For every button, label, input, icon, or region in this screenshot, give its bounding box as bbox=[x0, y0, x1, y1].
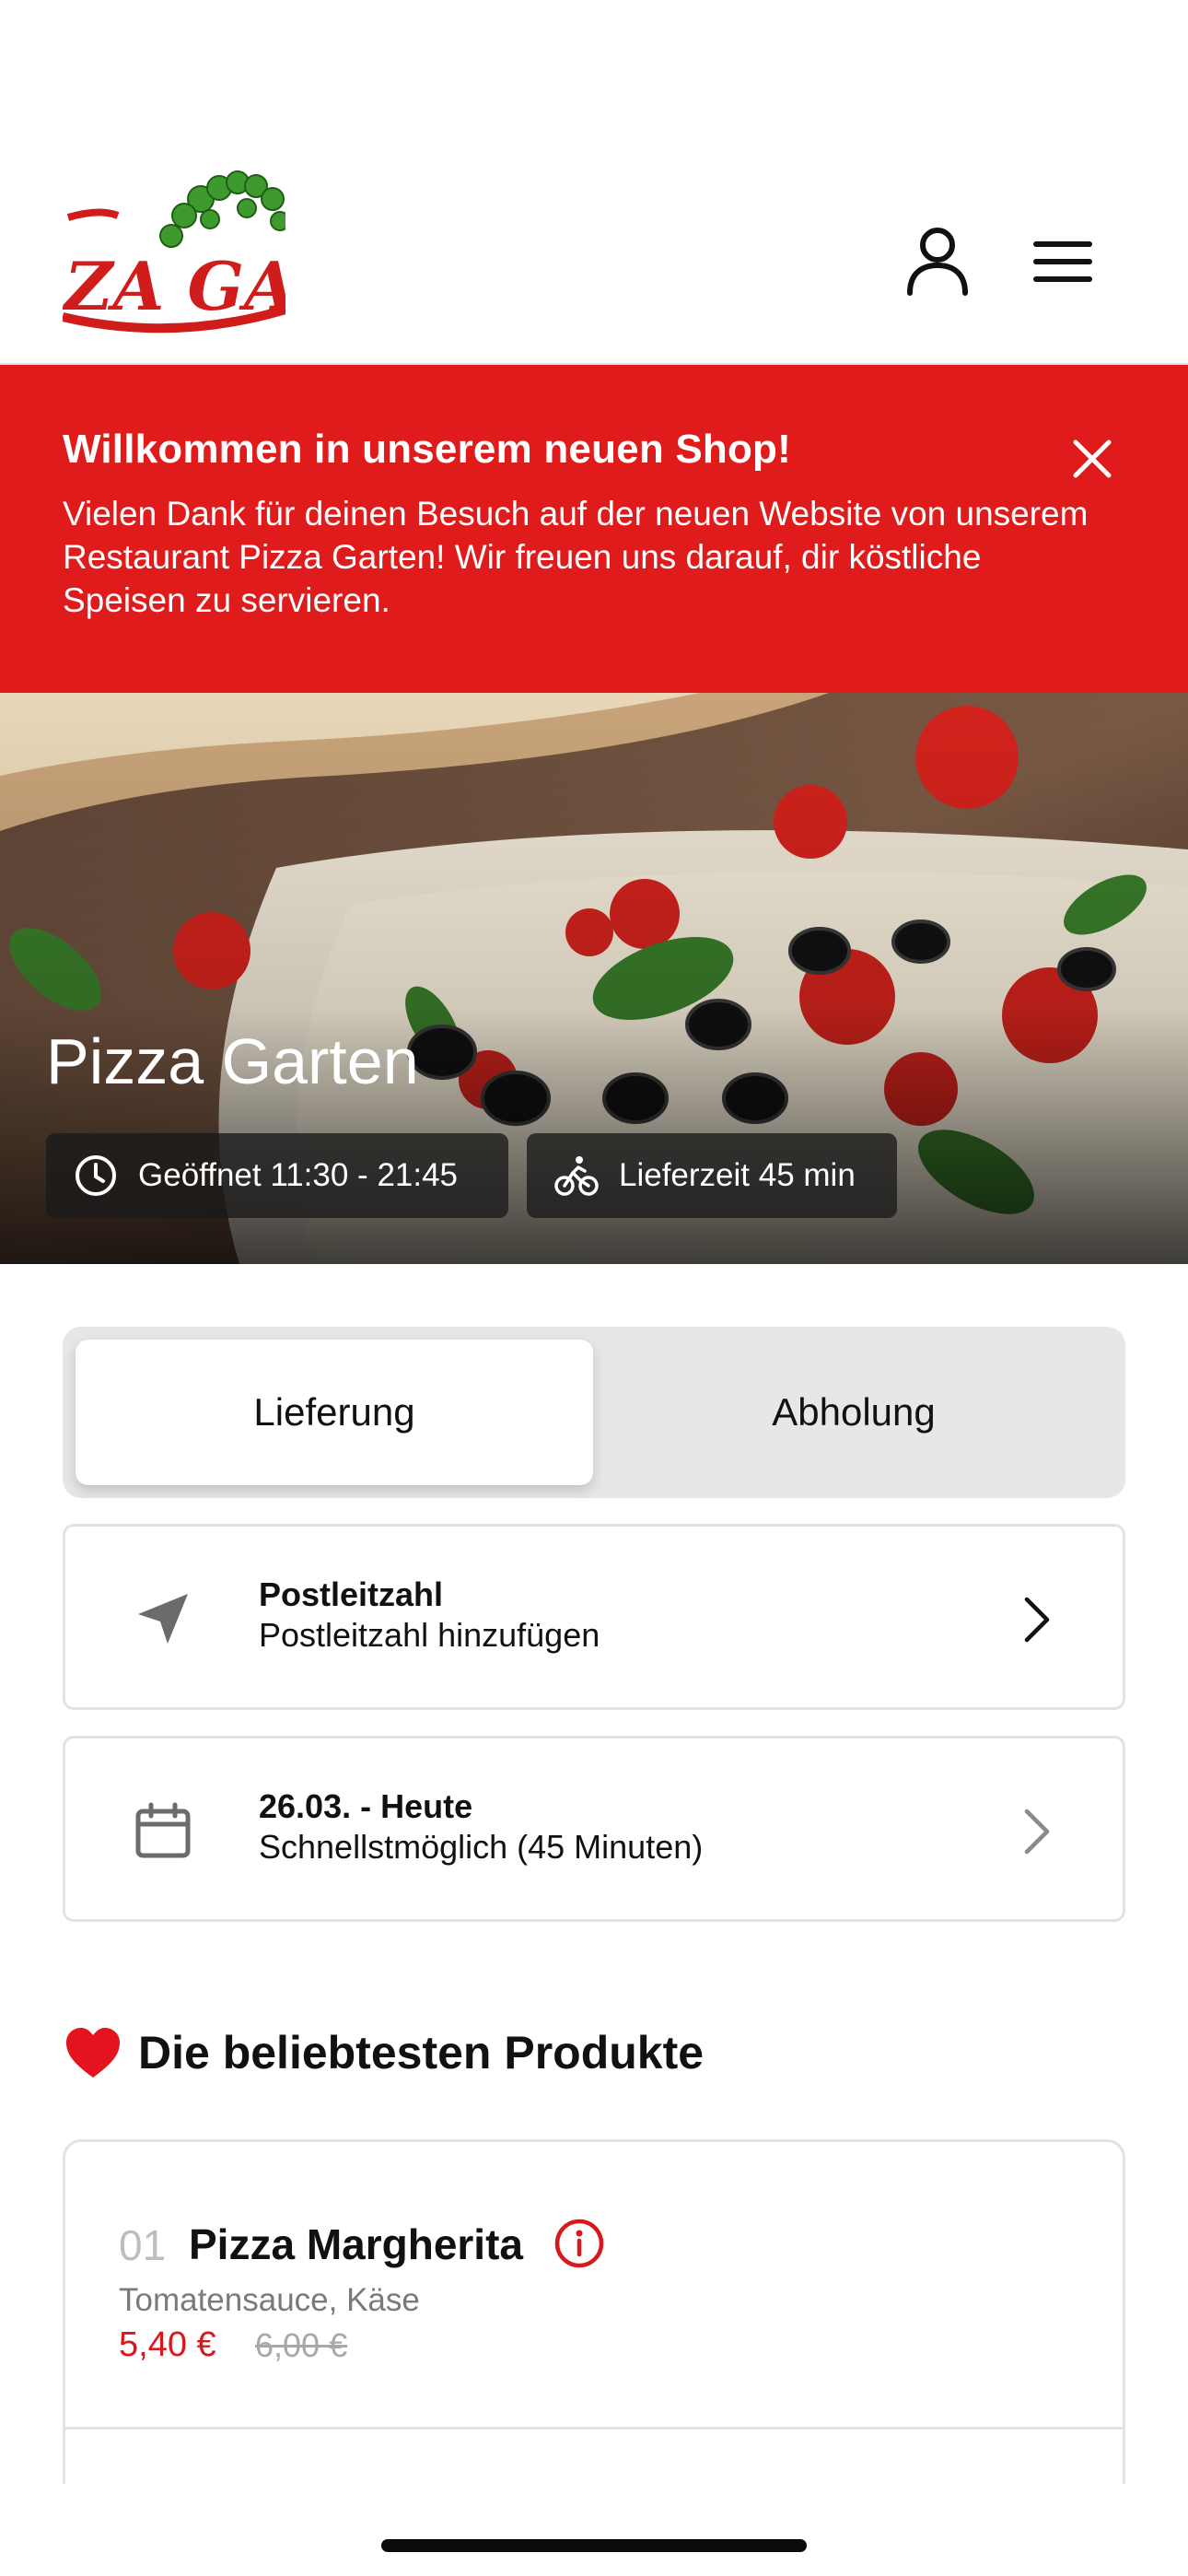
postal-code-selector[interactable]: Postleitzahl Postleitzahl hinzufügen bbox=[63, 1524, 1125, 1710]
chevron-right-icon bbox=[1005, 1587, 1069, 1652]
logo-lettering: ZA GAR bbox=[63, 247, 285, 325]
product-price: 5,40 € bbox=[119, 2325, 216, 2364]
order-mode-toggle: Lieferung Abholung bbox=[63, 1327, 1125, 1498]
delivery-time-chip: Lieferzeit 45 min bbox=[527, 1133, 897, 1218]
postal-code-label: Postleitzahl bbox=[259, 1575, 444, 1613]
opening-hours-chip: Geöffnet 11:30 - 21:45 bbox=[46, 1133, 508, 1218]
user-account-button[interactable] bbox=[893, 217, 982, 306]
restaurant-logo[interactable]: ZA GAR bbox=[63, 162, 285, 334]
bicycle-icon bbox=[554, 1153, 599, 1198]
delivery-date-selector[interactable]: 26.03. - Heute Schnellstmöglich (45 Minu… bbox=[63, 1736, 1125, 1922]
home-indicator[interactable] bbox=[381, 2539, 807, 2552]
product-number: 01 bbox=[119, 2221, 167, 2269]
bottom-safe-area bbox=[0, 2484, 1188, 2576]
delivery-date-value: Schnellstmöglich (45 Minuten) bbox=[259, 1828, 704, 1866]
popular-products-title: Die beliebtesten Produkte bbox=[138, 2027, 705, 2078]
clock-icon bbox=[74, 1153, 118, 1198]
product-item[interactable]: 01 Pizza Margherita Tomatensauce, Käse 5… bbox=[65, 2142, 1123, 2430]
banner-text: Vielen Dank für deinen Besuch auf der ne… bbox=[63, 495, 1089, 619]
product-name: Pizza Margherita bbox=[189, 2220, 523, 2268]
opening-hours-text: Geöffnet 11:30 - 21:45 bbox=[138, 1157, 459, 1193]
product-old-price: 6,00 € bbox=[255, 2326, 348, 2364]
postal-code-value: Postleitzahl hinzufügen bbox=[259, 1616, 600, 1654]
hamburger-menu-icon bbox=[1033, 241, 1092, 282]
restaurant-name: Pizza Garten bbox=[46, 1025, 419, 1097]
calendar-icon bbox=[128, 1796, 198, 1866]
delivery-tab[interactable]: Lieferung bbox=[76, 1340, 593, 1485]
restaurant-hero: Pizza Garten Geöffnet 11:30 - 21:45 Lief… bbox=[0, 693, 1188, 1264]
user-icon bbox=[907, 228, 968, 296]
info-icon[interactable] bbox=[552, 2216, 607, 2271]
chevron-right-icon bbox=[1005, 1799, 1069, 1864]
banner-close-button[interactable] bbox=[1059, 426, 1125, 492]
heart-icon bbox=[66, 2028, 120, 2078]
pickup-tab[interactable]: Abholung bbox=[595, 1340, 1112, 1485]
close-icon bbox=[1073, 439, 1112, 478]
popular-products-heading: Die beliebtesten Produkte bbox=[64, 2023, 704, 2082]
product-description: Tomatensauce, Käse bbox=[119, 2282, 420, 2318]
welcome-banner: Willkommen in unserem neuen Shop! Vielen… bbox=[0, 365, 1188, 693]
menu-button[interactable] bbox=[1019, 217, 1107, 306]
location-arrow-icon bbox=[128, 1584, 198, 1654]
delivery-time-text: Lieferzeit 45 min bbox=[619, 1157, 856, 1193]
banner-title: Willkommen in unserem neuen Shop! bbox=[63, 427, 791, 472]
app-header: ZA GAR bbox=[0, 0, 1188, 365]
delivery-date-label: 26.03. - Heute bbox=[259, 1787, 473, 1825]
